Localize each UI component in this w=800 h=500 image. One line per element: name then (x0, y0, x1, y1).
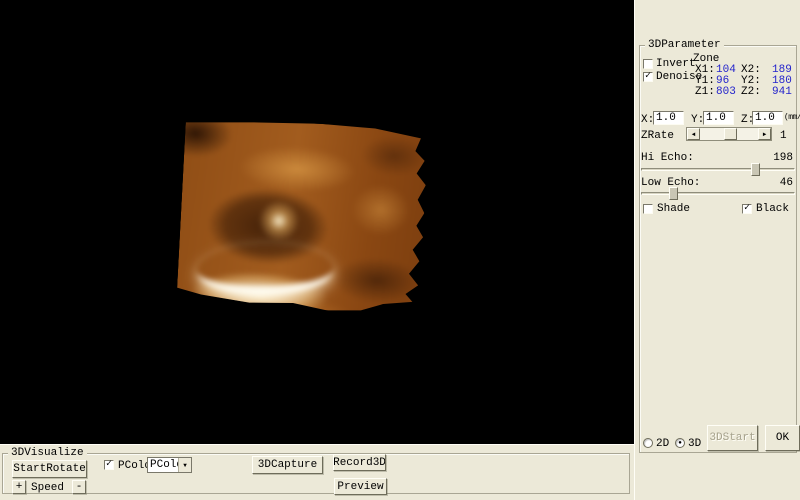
pcolor-dropdown-value: PColor (148, 458, 178, 472)
speed-minus-button[interactable]: - (72, 480, 86, 494)
scroll-left-icon[interactable]: ◄ (687, 128, 700, 140)
zone-z1-value: 803 (716, 86, 736, 98)
render-viewport[interactable] (0, 0, 634, 444)
radio-2d-label: 2D (656, 438, 669, 450)
preview-button-label: Preview (337, 481, 383, 493)
radio-3d[interactable]: ● (675, 438, 685, 448)
radio-3d-dot-icon: ● (678, 440, 682, 446)
ultrasound-render (176, 117, 428, 315)
zrate-scrollbar[interactable]: ◄ ► (686, 127, 772, 141)
3dcapture-button[interactable]: 3DCapture (252, 456, 323, 474)
3dcapture-button-label: 3DCapture (258, 459, 317, 471)
hi-echo-slider-track[interactable] (641, 168, 795, 171)
zone-z2-value: 941 (772, 86, 792, 98)
black-checkbox[interactable]: ✓ (742, 204, 752, 214)
low-echo-slider-thumb[interactable] (669, 187, 678, 200)
visualize-panel: 3DVisualize StartRotate + Speed - ✓ PCol… (0, 444, 634, 500)
zrate-scrollbar-track[interactable] (700, 128, 758, 140)
hi-echo-slider-thumb[interactable] (751, 163, 760, 176)
speed-label: Speed (31, 482, 64, 494)
app-window: 3DParameter Invert ✓ Denoise Zone X1: 10… (0, 0, 800, 500)
record3d-button[interactable]: Record3D (333, 454, 386, 471)
start-rotate-button-label: StartRotate (13, 463, 86, 475)
denoise-check-icon: ✓ (645, 73, 651, 81)
denoise-checkbox[interactable]: ✓ (643, 72, 653, 82)
3dstart-button[interactable]: 3DStart (707, 425, 758, 451)
x-scale-input[interactable]: 1.0 (653, 111, 684, 125)
3dstart-button-label: 3DStart (709, 432, 755, 444)
low-echo-slider[interactable] (641, 187, 795, 201)
z-scale-value: 1.0 (755, 112, 775, 124)
parameter-panel: 3DParameter Invert ✓ Denoise Zone X1: 10… (634, 0, 800, 500)
hi-echo-slider[interactable] (641, 163, 795, 177)
y-scale-input[interactable]: 1.0 (703, 111, 734, 125)
z-scale-input[interactable]: 1.0 (752, 111, 783, 125)
y-scale-value: 1.0 (706, 112, 726, 124)
zone-z1-label: Z1: (695, 86, 715, 98)
ok-button[interactable]: OK (765, 425, 800, 451)
zrate-scrollbar-thumb[interactable] (724, 128, 737, 140)
shade-checkbox[interactable] (643, 204, 653, 214)
x-scale-value: 1.0 (656, 112, 676, 124)
speed-plus-button[interactable]: + (12, 480, 26, 494)
zrate-value: 1 (780, 130, 787, 142)
visualize-group-title: 3DVisualize (8, 447, 87, 459)
parameter-groupbox: 3DParameter Invert ✓ Denoise Zone X1: 10… (639, 45, 797, 453)
record3d-button-label: Record3D (333, 457, 386, 469)
scroll-right-icon[interactable]: ► (758, 128, 771, 140)
black-label: Black (756, 203, 789, 215)
radio-3d-label: 3D (688, 438, 701, 450)
preview-button[interactable]: Preview (334, 478, 387, 495)
speed-minus-label: - (76, 481, 83, 493)
radio-2d[interactable] (643, 438, 653, 448)
zrate-label: ZRate (641, 130, 674, 142)
invert-checkbox[interactable] (643, 59, 653, 69)
dropdown-arrow-icon[interactable]: ▼ (178, 458, 191, 472)
speed-plus-label: + (16, 481, 23, 493)
pcolor-check-icon: ✓ (106, 461, 112, 469)
start-rotate-button[interactable]: StartRotate (12, 460, 87, 478)
pcolor-checkbox[interactable]: ✓ (104, 460, 114, 470)
black-check-icon: ✓ (744, 205, 750, 213)
shade-label: Shade (657, 203, 690, 215)
parameter-group-title: 3DParameter (645, 39, 724, 51)
low-echo-slider-track[interactable] (641, 192, 795, 195)
pcolor-dropdown[interactable]: PColor ▼ (147, 457, 192, 473)
zone-z2-label: Z2: (741, 86, 761, 98)
scale-unit-label: (mm/p) (784, 113, 800, 122)
invert-label: Invert (656, 58, 696, 70)
ok-button-label: OK (776, 432, 789, 444)
